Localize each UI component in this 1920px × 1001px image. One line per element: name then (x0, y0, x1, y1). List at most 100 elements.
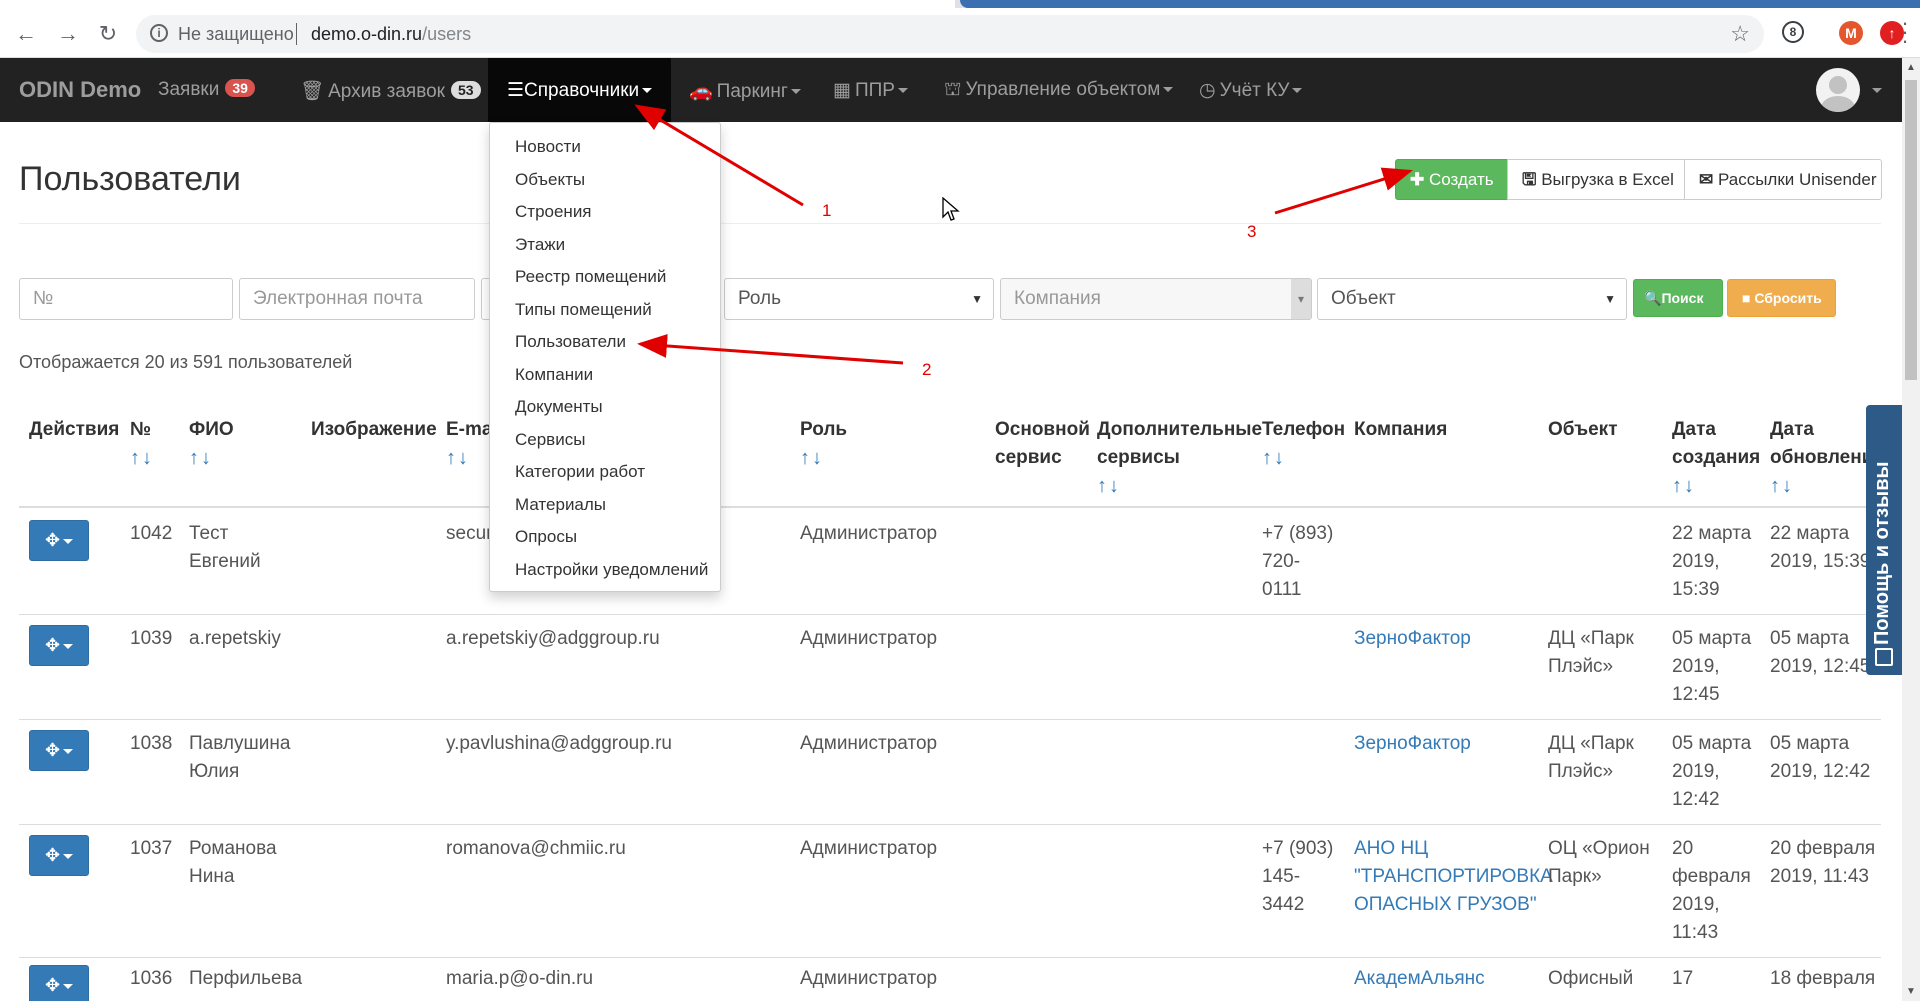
forward-button[interactable]: → (54, 20, 82, 48)
row-role: Администратор (800, 628, 938, 649)
bookmark-star-icon[interactable]: ☆ (1730, 21, 1750, 47)
dropdown-item[interactable]: Реестр помещений (515, 267, 666, 287)
number-filter-input[interactable]: № (19, 278, 233, 320)
profile-m-icon[interactable]: M (1839, 21, 1863, 45)
row-role: Администратор (800, 523, 938, 544)
dropdown-item[interactable]: Новости (515, 137, 581, 157)
excel-export-button[interactable]: 🖫 Выгрузка в Excel (1507, 159, 1685, 200)
row-object: ОЦ «Орион Парк» (1548, 835, 1650, 891)
dropdown-item[interactable]: Компании (515, 365, 593, 385)
col-number[interactable]: № ↑↓ (130, 416, 154, 472)
row-actions-button[interactable]: ✥ (29, 625, 89, 666)
search-button[interactable]: 🔍Поиск (1633, 279, 1723, 317)
url-text[interactable]: demo.o-din.ru/users (311, 24, 471, 45)
row-fio-line: Евгений (189, 551, 261, 572)
reload-button[interactable]: ↻ (94, 20, 122, 48)
row-object-line: Плэйс» (1548, 656, 1614, 677)
sort-arrows-icon[interactable]: ↑↓ (189, 444, 234, 472)
dropdown-item[interactable]: Настройки уведомлений (515, 560, 708, 580)
nav-archive[interactable]: 🗑 Архив заявок 53 (300, 79, 481, 103)
dropdown-item[interactable]: Объекты (515, 170, 585, 190)
row-actions-button[interactable]: ✥ (29, 835, 89, 876)
unisender-button[interactable]: ✉ Рассылки Unisender (1684, 159, 1882, 200)
scroll-down-arrow[interactable]: ▼ (1906, 986, 1916, 997)
row-fio-line: Перфильева (189, 968, 303, 989)
object-select[interactable]: Объект ▼ (1317, 278, 1627, 320)
address-bar[interactable]: i Не защищено demo.o-din.ru/users ☆ (136, 15, 1764, 53)
sort-arrows-icon[interactable]: ↑↓ (1262, 444, 1345, 472)
nav-parking[interactable]: 🚗 Паркинг (689, 79, 801, 103)
create-button[interactable]: ✚ Создать (1395, 159, 1508, 200)
row-created: 17 (1672, 965, 1693, 993)
scroll-up-arrow[interactable]: ▲ (1906, 62, 1916, 73)
sort-arrows-icon[interactable]: ↑↓ (130, 444, 154, 472)
row-id: 1036 (130, 968, 173, 989)
company-select[interactable]: Компания ▾ (1000, 278, 1312, 320)
info-icon[interactable]: i (150, 24, 168, 42)
row-phone-line: 720- (1262, 551, 1301, 572)
annotation-number-3: 3 (1247, 222, 1257, 241)
dropdown-item[interactable]: Типы помещений (515, 300, 652, 320)
separator (296, 23, 297, 45)
col-extra-services[interactable]: Дополнительные сервисы ↑↓ (1097, 416, 1262, 500)
sort-arrows-icon[interactable]: ↑↓ (1770, 472, 1870, 500)
row-object-line: ДЦ «Парк (1548, 733, 1634, 754)
active-tab[interactable] (0, 0, 955, 8)
col-created[interactable]: Дата создания ↑↓ (1672, 416, 1760, 500)
dropdown-item[interactable]: Пользователи (515, 332, 626, 352)
col-updated[interactable]: Дата обновления ↑↓ (1770, 416, 1870, 500)
user-avatar[interactable] (1816, 68, 1860, 112)
dropdown-item[interactable]: Опросы (515, 527, 577, 547)
row-company-link[interactable]: ЗерноФактор (1354, 730, 1471, 758)
dropdown-item[interactable]: Документы (515, 397, 603, 417)
dropdown-item[interactable]: Материалы (515, 495, 606, 515)
row-role: Администратор (800, 838, 938, 859)
col-role[interactable]: Роль ↑↓ (800, 416, 847, 472)
dropdown-item[interactable]: Сервисы (515, 430, 585, 450)
row-created-line: 17 (1672, 968, 1694, 989)
dropdown-item[interactable]: Строения (515, 202, 592, 222)
chevron-down-icon (1292, 88, 1303, 94)
brand-logo[interactable]: ODIN Demo (19, 77, 141, 103)
extension-icon[interactable]: 8 (1782, 21, 1804, 43)
nav-directories[interactable]: ☰Справочники (488, 58, 671, 122)
row-actions-button[interactable]: ✥ (29, 520, 89, 561)
col-email[interactable]: E-mail ↑↓ (446, 416, 490, 472)
row-company-link[interactable]: АНО НЦ "ТРАНСПОРТИРОВКА ОПАСНЫХ ГРУЗОВ" (1354, 835, 1553, 919)
reset-button[interactable]: ■ Сбросить (1727, 279, 1836, 317)
row-actions-button[interactable]: ✥ (29, 730, 89, 771)
other-tab[interactable] (960, 0, 1920, 8)
row-updated-line: 05 марта (1770, 628, 1850, 649)
chrome-menu-icon[interactable]: · · · (1900, 12, 1910, 52)
security-label: Не защищено (178, 24, 294, 44)
row-company-link[interactable]: ЗерноФактор (1354, 625, 1471, 653)
sort-arrows-icon[interactable]: ↑↓ (1672, 472, 1760, 500)
col-fio[interactable]: ФИО ↑↓ (189, 416, 234, 472)
chevron-down-icon: ▼ (971, 292, 983, 306)
row-created: 20 февраля 2019, 11:43 (1672, 835, 1751, 947)
row-company-link-line: "ТРАНСПОРТИРОВКА (1354, 866, 1553, 887)
email-filter-input[interactable]: Электронная почта (239, 278, 475, 320)
row-created-line: 2019, (1672, 761, 1720, 782)
nav-ppr[interactable]: ▦ ППР (833, 79, 908, 102)
help-feedback-tab[interactable]: Помощь и отзывы (1866, 405, 1902, 675)
scrollbar-thumb[interactable] (1905, 80, 1917, 380)
sort-arrows-icon[interactable]: ↑↓ (446, 444, 490, 472)
chevron-down-icon[interactable] (1872, 88, 1882, 93)
row-company-link[interactable]: АкадемАльянс (1354, 965, 1485, 993)
back-button[interactable]: ← (12, 20, 40, 48)
row-updated: 22 марта 2019, 15:39 (1770, 520, 1870, 576)
sort-arrows-icon[interactable]: ↑↓ (1097, 472, 1262, 500)
role-select[interactable]: Роль ▼ (724, 278, 994, 320)
row-id: 1037 (130, 838, 173, 859)
nav-requests[interactable]: Заявки 39 (158, 79, 255, 101)
col-phone[interactable]: Телефон ↑↓ (1262, 416, 1345, 472)
sort-arrows-icon[interactable]: ↑↓ (800, 444, 847, 472)
row-actions-button[interactable]: ✥ (29, 965, 89, 1001)
nav-ppr-label: ППР (854, 80, 895, 101)
dropdown-item[interactable]: Категории работ (515, 462, 645, 482)
chevron-down-icon (790, 89, 801, 95)
nav-ku[interactable]: ◷ Учёт КУ (1199, 79, 1303, 102)
dropdown-item[interactable]: Этажи (515, 235, 565, 255)
nav-object-management[interactable]: ⛫ Управление объектом (944, 79, 1174, 103)
